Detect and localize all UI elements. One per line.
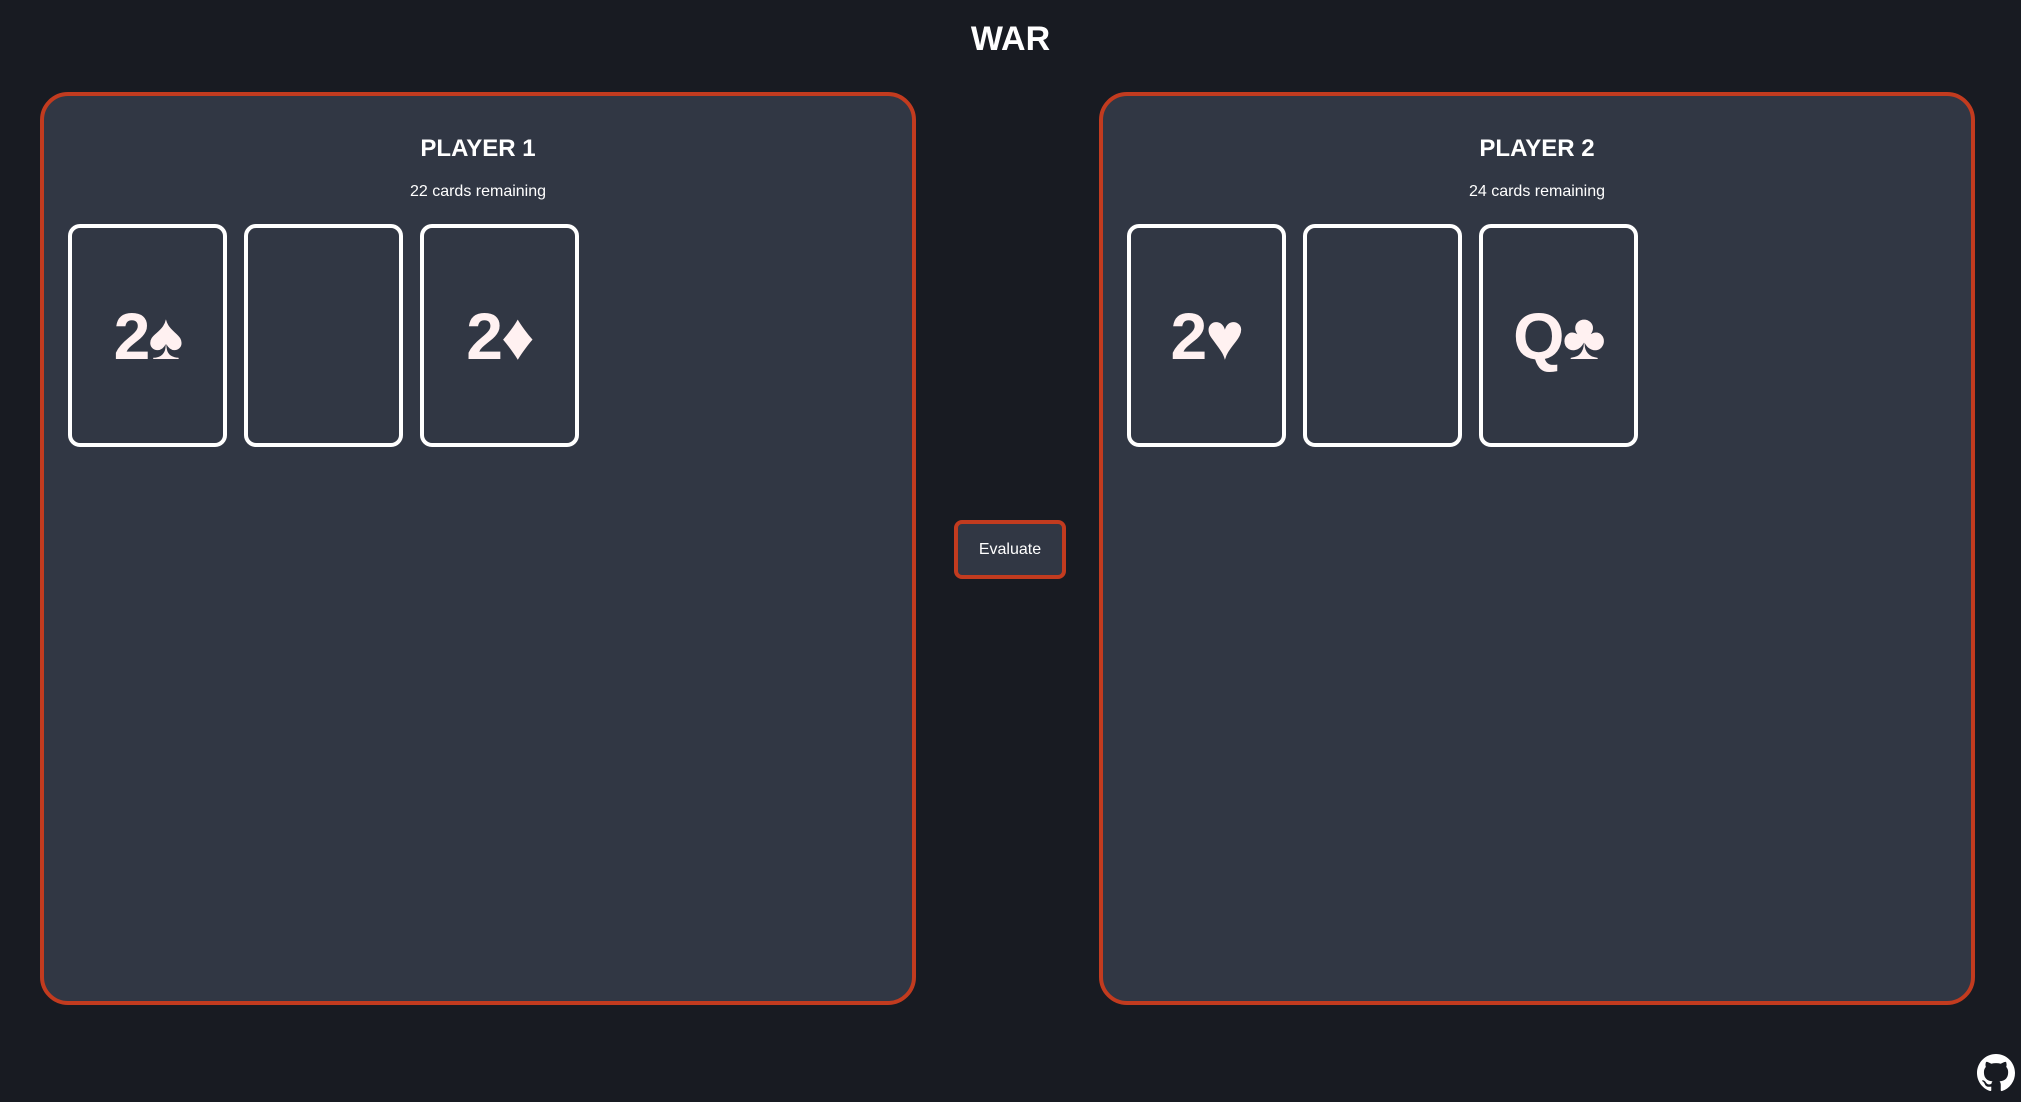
player-1-card-facedown (244, 224, 403, 447)
player-2-card: 2♥ (1127, 224, 1286, 447)
player-2-panel: PLAYER 2 24 cards remaining 2♥ Q♣ (1099, 92, 1975, 1005)
game-title: WAR (970, 20, 1051, 58)
evaluate-button[interactable]: Evaluate (954, 520, 1066, 579)
player-2-card-row: 2♥ Q♣ (1127, 224, 1638, 447)
player-2-card: Q♣ (1479, 224, 1638, 447)
player-2-cards-remaining: 24 cards remaining (1468, 183, 1606, 200)
player-2-name: PLAYER 2 (1479, 135, 1595, 162)
player-1-card: 2♦ (420, 224, 579, 447)
github-icon[interactable] (1977, 1054, 2015, 1092)
player-1-cards-remaining: 22 cards remaining (409, 183, 547, 200)
github-icon-svg (1977, 1054, 2015, 1092)
player-1-panel: PLAYER 1 22 cards remaining 2♠ 2♦ (40, 92, 916, 1005)
player-1-card-row: 2♠ 2♦ (68, 224, 579, 447)
player-1-card: 2♠ (68, 224, 227, 447)
player-1-name: PLAYER 1 (420, 135, 536, 162)
player-2-card-facedown (1303, 224, 1462, 447)
